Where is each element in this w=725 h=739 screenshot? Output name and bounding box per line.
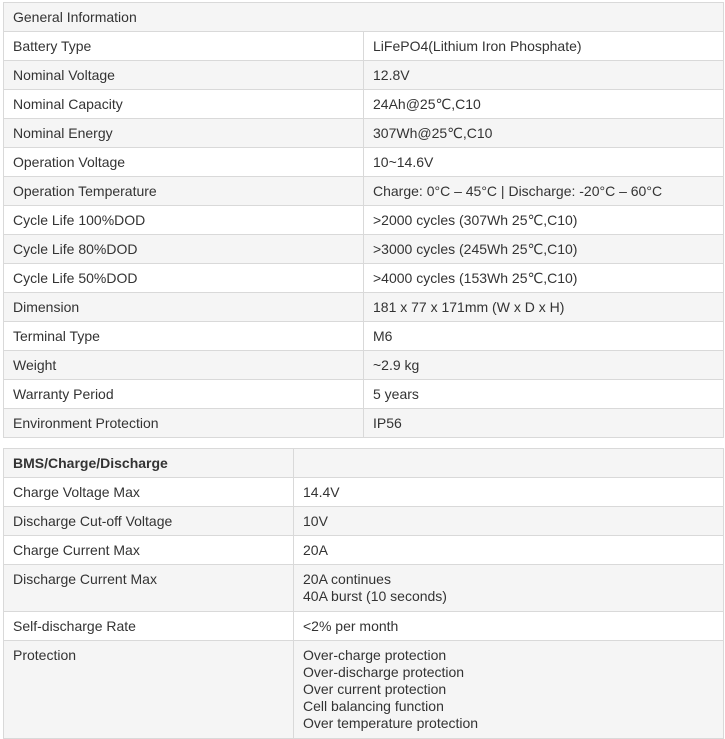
table-row: Operation Temperature Charge: 0°C – 45°C…: [3, 176, 724, 206]
general-information-table: General Information Battery Type LiFePO4…: [3, 2, 724, 438]
spec-label: Discharge Current Max: [3, 564, 294, 612]
spec-label: Self-discharge Rate: [3, 611, 294, 641]
spec-value: 20A: [293, 535, 724, 565]
spec-value: 14.4V: [293, 477, 724, 507]
spec-label: Environment Protection: [3, 408, 364, 438]
table-row: Cycle Life 50%DOD >4000 cycles (153Wh 25…: [3, 263, 724, 293]
bms-charge-discharge-table: BMS/Charge/Discharge Charge Voltage Max …: [3, 448, 724, 739]
spec-value: 10V: [293, 506, 724, 536]
spec-label: Nominal Energy: [3, 118, 364, 148]
spec-value-line: Over-charge protection: [303, 647, 447, 663]
spec-value: 10~14.6V: [363, 147, 724, 177]
table-row: Discharge Current Max 20A continues 40A …: [3, 564, 724, 612]
spec-label: Nominal Capacity: [3, 89, 364, 119]
spec-label: Charge Voltage Max: [3, 477, 294, 507]
spec-label: Discharge Cut-off Voltage: [3, 506, 294, 536]
spec-value-line: Over current protection: [303, 681, 447, 697]
spec-value: 181 x 77 x 171mm (W x D x H): [363, 292, 724, 322]
table-header-row: BMS/Charge/Discharge: [3, 448, 724, 478]
spec-label: Cycle Life 50%DOD: [3, 263, 364, 293]
spec-value: IP56: [363, 408, 724, 438]
spec-label: Battery Type: [3, 31, 364, 61]
spec-value: Charge: 0°C – 45°C | Discharge: -20°C – …: [363, 176, 724, 206]
table-row: Charge Current Max 20A: [3, 535, 724, 565]
spec-value-line: 40A burst (10 seconds): [303, 588, 447, 604]
table-row: Nominal Voltage 12.8V: [3, 60, 724, 90]
empty-header-cell: [293, 448, 724, 478]
spec-label: Cycle Life 80%DOD: [3, 234, 364, 264]
spec-label: Protection: [3, 640, 294, 739]
spec-label: Operation Temperature: [3, 176, 364, 206]
table-row: Cycle Life 100%DOD >2000 cycles (307Wh 2…: [3, 205, 724, 235]
table-row: Discharge Cut-off Voltage 10V: [3, 506, 724, 536]
spec-label: Weight: [3, 350, 364, 380]
spec-value: LiFePO4(Lithium Iron Phosphate): [363, 31, 724, 61]
table-row: Self-discharge Rate <2% per month: [3, 611, 724, 641]
table-row: Weight ~2.9 kg: [3, 350, 724, 380]
spec-label: Terminal Type: [3, 321, 364, 351]
section-title-bms: BMS/Charge/Discharge: [3, 448, 294, 478]
table-header-row: General Information: [3, 2, 724, 32]
spec-value: ~2.9 kg: [363, 350, 724, 380]
table-row: Cycle Life 80%DOD >3000 cycles (245Wh 25…: [3, 234, 724, 264]
spec-label: Warranty Period: [3, 379, 364, 409]
spec-value-multiline: 20A continues 40A burst (10 seconds): [293, 564, 724, 612]
section-title-general: General Information: [3, 2, 724, 32]
spec-value-multiline: Over-charge protection Over-discharge pr…: [293, 640, 724, 739]
spec-value: 12.8V: [363, 60, 724, 90]
table-row: Operation Voltage 10~14.6V: [3, 147, 724, 177]
spec-label: Nominal Voltage: [3, 60, 364, 90]
spec-value: 307Wh@25℃,C10: [363, 118, 724, 148]
spec-value: M6: [363, 321, 724, 351]
table-row: Nominal Capacity 24Ah@25℃,C10: [3, 89, 724, 119]
spec-value: >2000 cycles (307Wh 25℃,C10): [363, 205, 724, 235]
spec-value: 24Ah@25℃,C10: [363, 89, 724, 119]
spec-label: Cycle Life 100%DOD: [3, 205, 364, 235]
spec-label: Operation Voltage: [3, 147, 364, 177]
spec-label: Dimension: [3, 292, 364, 322]
spec-value-line: Cell balancing function: [303, 698, 444, 714]
spec-label: Charge Current Max: [3, 535, 294, 565]
table-row: Terminal Type M6: [3, 321, 724, 351]
table-row: Protection Over-charge protection Over-d…: [3, 640, 724, 739]
table-row: Battery Type LiFePO4(Lithium Iron Phosph…: [3, 31, 724, 61]
spec-value-line: Over temperature protection: [303, 715, 479, 731]
spec-value: 5 years: [363, 379, 724, 409]
spec-value: >3000 cycles (245Wh 25℃,C10): [363, 234, 724, 264]
spec-value: <2% per month: [293, 611, 724, 641]
table-row: Charge Voltage Max 14.4V: [3, 477, 724, 507]
spec-value-line: 20A continues: [303, 571, 391, 587]
table-row: Nominal Energy 307Wh@25℃,C10: [3, 118, 724, 148]
spec-value: >4000 cycles (153Wh 25℃,C10): [363, 263, 724, 293]
table-row: Dimension 181 x 77 x 171mm (W x D x H): [3, 292, 724, 322]
table-row: Environment Protection IP56: [3, 408, 724, 438]
table-row: Warranty Period 5 years: [3, 379, 724, 409]
spec-value-line: Over-discharge protection: [303, 664, 465, 680]
